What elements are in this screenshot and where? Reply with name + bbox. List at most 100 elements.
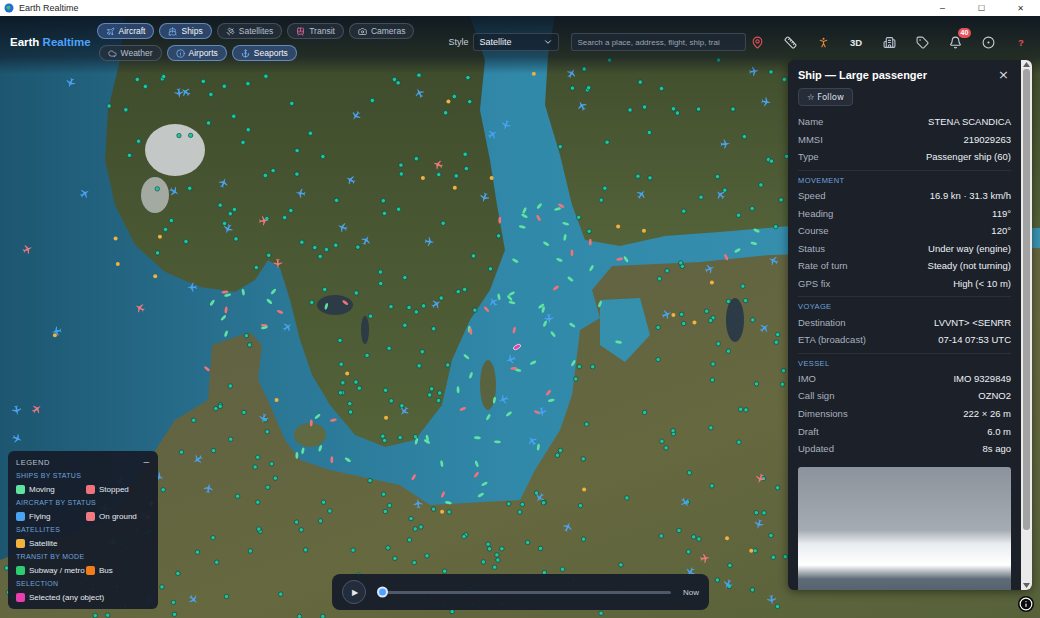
aircraft-marker[interactable] (424, 237, 434, 247)
port-marker[interactable] (381, 492, 385, 496)
port-marker[interactable] (313, 245, 317, 249)
port-marker[interactable] (741, 284, 745, 288)
port-marker[interactable] (710, 378, 714, 382)
ship-marker[interactable] (567, 276, 574, 282)
port-marker[interactable] (235, 494, 239, 498)
port-marker[interactable] (715, 578, 719, 582)
port-marker[interactable] (176, 571, 180, 575)
port-marker[interactable] (463, 152, 467, 156)
aircraft-marker[interactable] (187, 593, 200, 606)
ship-marker[interactable] (459, 406, 466, 411)
port-marker[interactable] (398, 435, 402, 439)
port-marker[interactable] (370, 98, 374, 102)
port-marker[interactable] (356, 245, 360, 249)
port-marker[interactable] (195, 550, 199, 554)
ship-marker[interactable] (616, 257, 623, 261)
port-marker[interactable] (209, 92, 213, 96)
ship-marker[interactable] (474, 436, 481, 439)
ship-marker[interactable] (414, 438, 418, 445)
port-marker[interactable] (334, 198, 338, 202)
port-marker[interactable] (357, 386, 361, 390)
aircraft-marker[interactable] (12, 405, 22, 416)
port-marker[interactable] (704, 309, 708, 313)
ship-marker[interactable] (342, 299, 349, 305)
port-marker[interactable] (671, 107, 675, 111)
port-marker[interactable] (665, 269, 669, 273)
port-marker[interactable] (769, 70, 773, 74)
satellite-marker[interactable] (582, 488, 586, 492)
aircraft-marker[interactable] (526, 434, 539, 447)
satellite-marker[interactable] (446, 100, 450, 104)
ship-marker[interactable] (318, 445, 323, 452)
aircraft-marker[interactable] (749, 66, 760, 76)
ship-marker[interactable] (270, 288, 277, 295)
satellite-marker[interactable] (642, 229, 646, 233)
port-marker[interactable] (660, 439, 664, 443)
ship-marker[interactable] (497, 293, 501, 300)
port-marker[interactable] (396, 207, 400, 211)
scroll-thumb[interactable] (1023, 69, 1030, 530)
port-marker[interactable] (737, 440, 741, 444)
satellite-marker[interactable] (532, 72, 536, 76)
satellite-marker[interactable] (490, 176, 494, 180)
ship-marker[interactable] (220, 314, 227, 321)
layer-toggle-button[interactable]: Satellites (217, 23, 283, 39)
aircraft-marker[interactable] (191, 453, 204, 466)
port-marker[interactable] (201, 79, 205, 83)
port-marker[interactable] (295, 148, 299, 152)
port-marker[interactable] (452, 94, 456, 98)
port-marker[interactable] (248, 549, 252, 553)
port-marker[interactable] (256, 455, 260, 459)
port-marker[interactable] (429, 387, 433, 391)
close-button[interactable]: × (996, 69, 1011, 81)
port-marker[interactable] (222, 221, 226, 225)
ship-marker[interactable] (556, 257, 563, 262)
port-marker[interactable] (500, 547, 504, 551)
port-marker[interactable] (710, 484, 714, 488)
port-marker[interactable] (742, 134, 746, 138)
port-marker[interactable] (318, 254, 322, 258)
aircraft-marker[interactable] (754, 473, 766, 485)
port-marker[interactable] (438, 391, 442, 395)
port-marker[interactable] (636, 174, 640, 178)
port-marker[interactable] (321, 154, 325, 158)
ship-marker[interactable] (344, 457, 351, 463)
port-marker[interactable] (324, 247, 328, 251)
port-marker[interactable] (266, 485, 270, 489)
ship-marker[interactable] (550, 331, 556, 338)
port-marker[interactable] (354, 291, 358, 295)
tool-button[interactable]: 40 (944, 31, 966, 53)
port-marker[interactable] (106, 613, 110, 617)
aircraft-marker[interactable] (635, 188, 648, 201)
port-marker[interactable] (381, 434, 385, 438)
ship-marker[interactable] (241, 288, 245, 295)
help-button[interactable]: ? (1010, 31, 1032, 53)
port-marker[interactable] (299, 528, 303, 532)
aircraft-marker[interactable] (273, 259, 282, 269)
port-marker[interactable] (657, 276, 661, 280)
port-marker[interactable] (368, 478, 372, 482)
timeline-track[interactable] (378, 591, 671, 594)
play-button[interactable]: ▶ (342, 580, 366, 604)
port-marker[interactable] (750, 206, 754, 210)
port-marker[interactable] (447, 510, 451, 514)
aircraft-marker[interactable] (281, 320, 294, 333)
port-marker[interactable] (754, 382, 758, 386)
port-marker[interactable] (473, 308, 477, 312)
port-marker[interactable] (677, 528, 681, 532)
ship-marker[interactable] (519, 225, 526, 229)
port-marker[interactable] (731, 107, 735, 111)
port-marker[interactable] (321, 500, 325, 504)
ship-marker[interactable] (615, 340, 622, 344)
ship-marker[interactable] (477, 492, 484, 498)
port-marker[interactable] (136, 139, 140, 143)
port-marker[interactable] (417, 364, 421, 368)
port-marker[interactable] (638, 80, 642, 84)
ship-marker[interactable] (563, 234, 567, 241)
ship-marker[interactable] (723, 253, 728, 260)
port-marker[interactable] (163, 227, 167, 231)
port-marker[interactable] (253, 465, 257, 469)
port-marker[interactable] (462, 534, 466, 538)
port-marker[interactable] (334, 243, 338, 247)
port-marker[interactable] (247, 343, 251, 347)
